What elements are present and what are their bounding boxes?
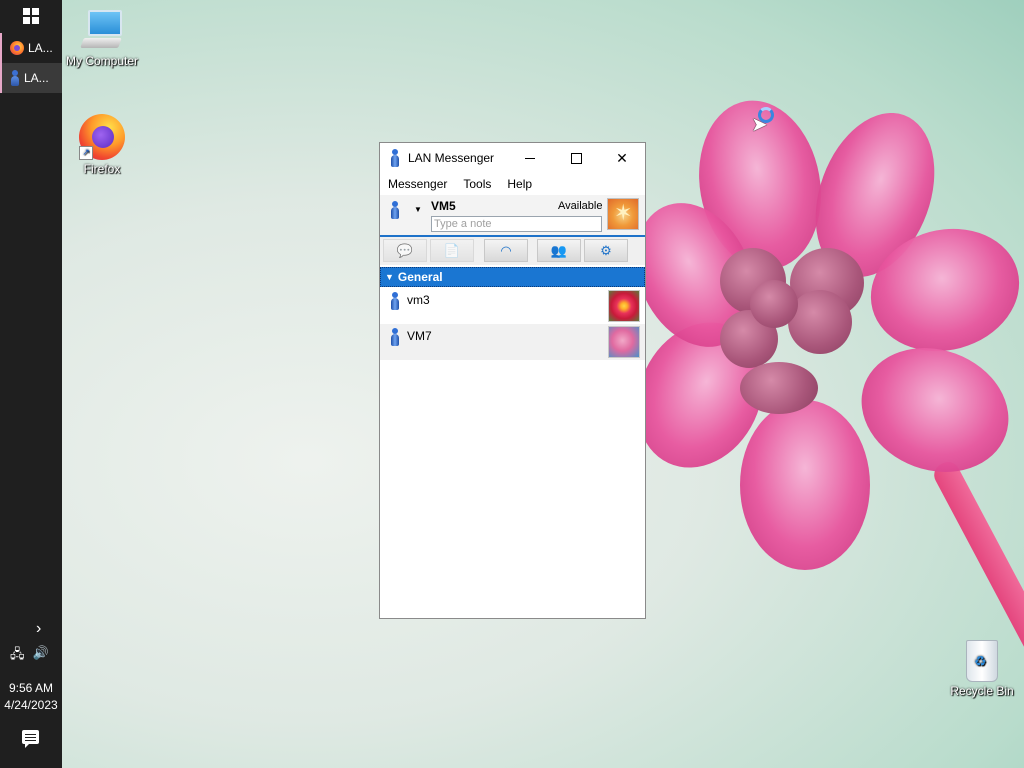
start-button[interactable] (0, 0, 62, 32)
maximize-button[interactable] (553, 143, 599, 173)
window-title: LAN Messenger (408, 151, 495, 165)
taskbar-app-label: LA... (28, 41, 53, 55)
contact-item-vm3[interactable]: vm3 (380, 288, 645, 324)
firefox-icon: ↗ (79, 114, 125, 160)
clock-time: 9:56 AM (8, 681, 54, 695)
menu-help[interactable]: Help (499, 177, 540, 191)
close-icon: ✕ (616, 149, 628, 166)
title-bar[interactable]: LAN Messenger ✕ (380, 143, 645, 173)
desktop-icon-label: My Computer (65, 54, 139, 68)
contact-name: VM7 (407, 329, 432, 343)
desktop-icon-firefox[interactable]: ↗ Firefox (60, 114, 144, 176)
add-contact-icon: 👥 (550, 242, 568, 258)
contact-avatar (608, 326, 640, 358)
computer-icon (80, 10, 122, 52)
lan-messenger-window: LAN Messenger ✕ Messenger Tools Help ▼ V… (379, 142, 646, 619)
menu-messenger[interactable]: Messenger (380, 177, 455, 191)
user-status-text: Available (558, 200, 603, 212)
taskbar: LA... LA... › 🖧 🔊 9:56 AM 4/24/2023 (0, 0, 62, 768)
busy-spinner-icon (758, 107, 774, 123)
user-status-icon[interactable] (390, 201, 400, 219)
group-name: General (397, 270, 443, 284)
clock-date: 4/24/2023 (4, 698, 58, 712)
taskbar-app-firefox[interactable]: LA... (0, 33, 62, 63)
add-contact-button[interactable]: 👥 (537, 239, 581, 262)
system-tray: 🖧 🔊 (10, 645, 49, 667)
contact-item-vm7[interactable]: VM7 (380, 324, 645, 360)
group-header-general[interactable]: ▼ General (380, 267, 645, 287)
show-hidden-icons-chevron-icon[interactable]: › (36, 620, 41, 638)
chat-icon: 💬 (396, 242, 414, 258)
desktop-icon-label: Firefox (83, 162, 121, 176)
firefox-icon (10, 41, 24, 55)
desktop-icon-my-computer[interactable]: My Computer (60, 10, 144, 68)
volume-icon[interactable]: 🔊 (33, 645, 49, 667)
notifications-icon[interactable] (22, 730, 39, 748)
note-input[interactable] (431, 216, 602, 232)
menu-bar: Messenger Tools Help (380, 173, 645, 195)
user-avatar[interactable] (607, 198, 639, 230)
broadcast-icon: ◠ (500, 242, 512, 258)
contact-avatar (608, 290, 640, 322)
taskbar-app-label: LA... (24, 71, 49, 85)
file-transfer-icon: 📄 (443, 242, 461, 258)
desktop-icon-recycle-bin[interactable]: ♻ Recycle Bin (940, 640, 1024, 698)
minimize-icon (525, 157, 535, 159)
wallpaper-flower (640, 90, 1024, 650)
status-dropdown-chevron-down-icon[interactable]: ▼ (414, 205, 422, 214)
toolbar: 💬 📄 ◠ 👥 ⚙ (380, 237, 645, 265)
file-transfer-button[interactable]: 📄 (430, 239, 474, 262)
maximize-icon (570, 152, 582, 164)
clock[interactable]: 9:56 AM 4/24/2023 (0, 680, 62, 714)
user-status-panel: ▼ VM5 Available (380, 195, 645, 235)
contact-name: vm3 (407, 293, 430, 307)
network-button[interactable]: ⚙ (584, 239, 628, 262)
contact-status-icon (390, 292, 400, 310)
close-button[interactable]: ✕ (599, 143, 645, 173)
user-name: VM5 (431, 199, 456, 213)
contact-status-icon (390, 328, 400, 346)
expand-triangle-icon: ▼ (385, 272, 394, 282)
desktop-icon-label: Recycle Bin (950, 684, 1014, 698)
lan-messenger-icon (390, 149, 400, 167)
menu-tools[interactable]: Tools (455, 177, 499, 191)
taskbar-app-lan-messenger[interactable]: LA... (0, 63, 62, 93)
broadcast-button[interactable]: ◠ (484, 239, 528, 262)
recycle-bin-icon: ♻ (966, 640, 998, 682)
network-icon[interactable]: 🖧 (10, 645, 25, 667)
minimize-button[interactable] (507, 143, 553, 173)
windows-logo-icon (23, 8, 39, 24)
chat-button[interactable]: 💬 (383, 239, 427, 262)
network-icon: ⚙ (600, 242, 612, 258)
lan-messenger-icon (10, 70, 20, 86)
